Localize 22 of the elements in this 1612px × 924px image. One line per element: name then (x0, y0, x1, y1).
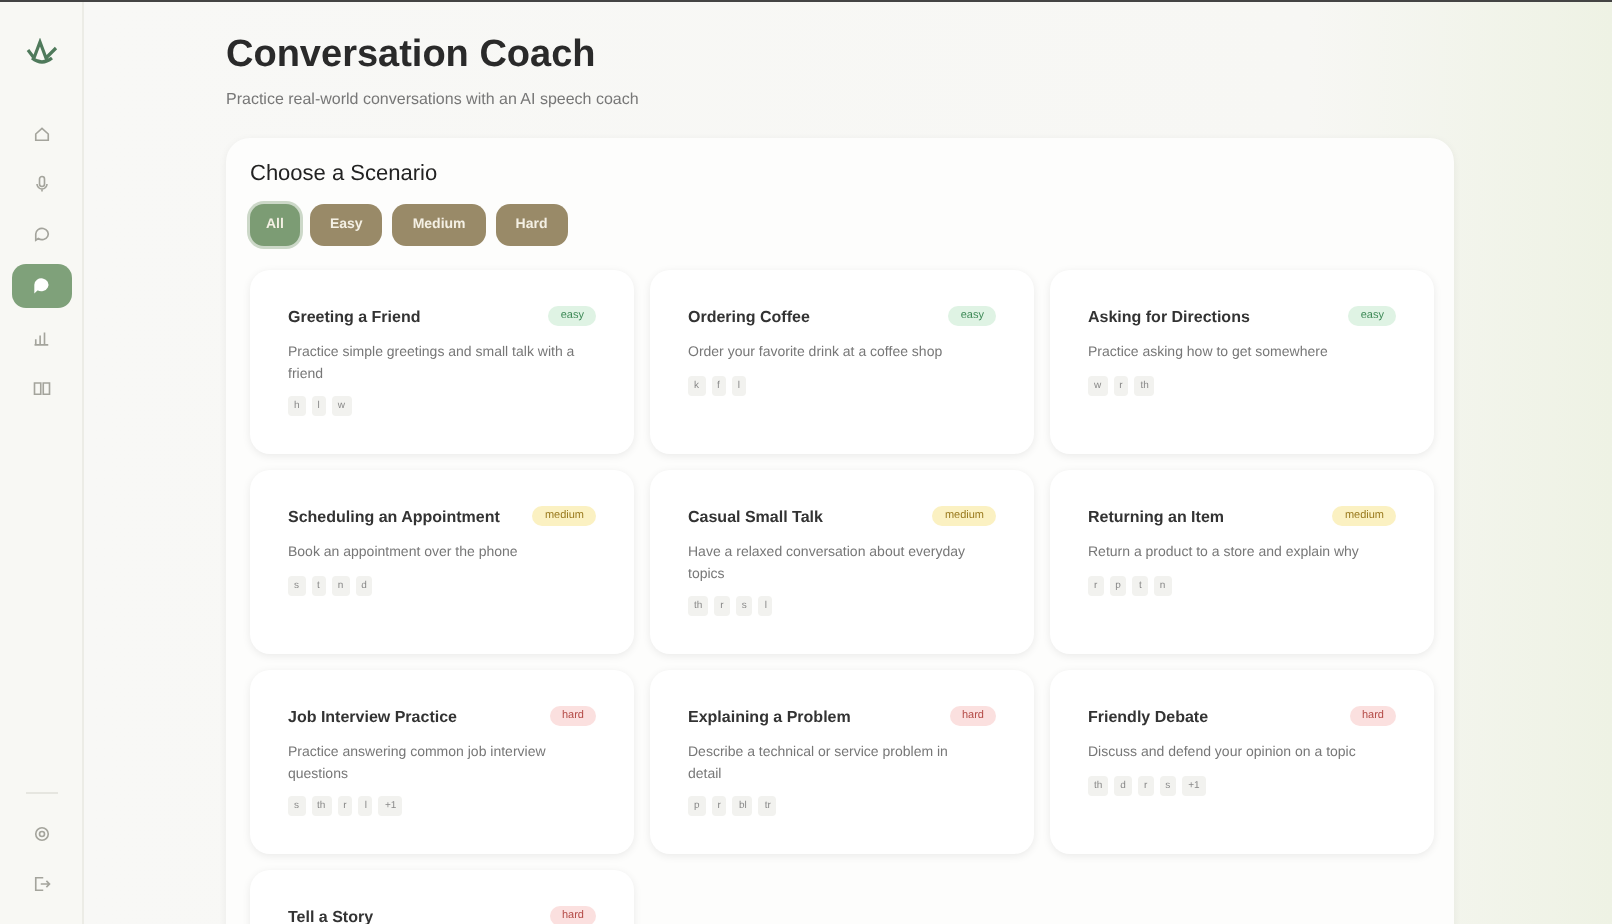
sidebar-nav-item[interactable] (11, 264, 71, 308)
scenario-title: Ordering Coffee (688, 307, 810, 325)
chat-bubble-icon (31, 276, 51, 296)
microphone-icon (31, 174, 51, 194)
scenario-title: Job Interview Practice (288, 707, 457, 725)
home-icon (31, 124, 51, 144)
chat-bubble-icon (31, 224, 51, 244)
page-subtitle: Practice real-world conversations with an AI speech coach (226, 90, 641, 108)
page-title: Conversation Coach (226, 34, 598, 78)
scenario-title: Tell a Story (288, 907, 374, 924)
scenario-title: Greeting a Friend (288, 307, 421, 325)
book-icon (31, 378, 51, 398)
scenario-title: Casual Small Talk (688, 507, 823, 525)
logout-icon (31, 874, 51, 894)
bar-chart-icon (31, 328, 51, 348)
scenario-title: Asking for Directions (1088, 307, 1250, 325)
scenario-title: Scheduling an Appointment (288, 507, 500, 525)
scenario-title: Explaining a Problem (688, 707, 851, 725)
settings-icon (31, 824, 51, 844)
scenario-title: Returning an Item (1088, 507, 1225, 525)
panel-title: Choose a Scenario (250, 162, 440, 186)
scenario-title: Friendly Debate (1088, 707, 1209, 725)
